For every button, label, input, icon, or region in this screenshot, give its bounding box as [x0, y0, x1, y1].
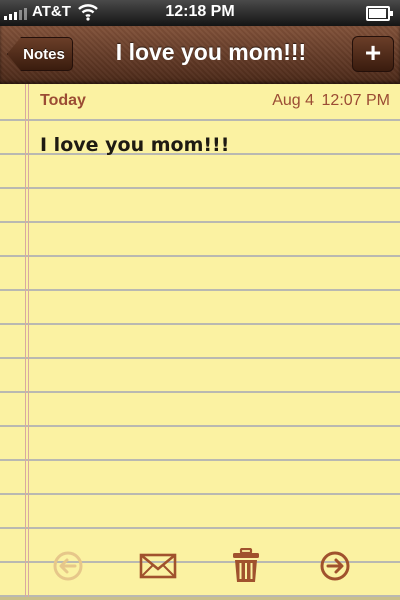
status-time: 12:18 PM [165, 3, 235, 20]
note-toolbar [0, 548, 400, 584]
margin-line [28, 84, 29, 600]
note-time: 12:07 PM [321, 92, 390, 109]
note-date-row: Today Aug 4 12:07 PM [40, 92, 390, 112]
navigation-bar: Notes I love you mom!!! + [0, 26, 400, 84]
note-paper[interactable]: Today Aug 4 12:07 PM I love you mom!!! [0, 84, 400, 600]
nav-title: I love you mom!!! [115, 39, 307, 65]
notes-back-button[interactable]: Notes [7, 37, 73, 71]
mail-icon[interactable] [139, 548, 177, 584]
next-arrow-icon[interactable] [317, 548, 353, 584]
status-bar: AT&T 12:18 PM [0, 0, 400, 26]
note-date: Aug 4 [272, 92, 314, 109]
margin-line [25, 84, 26, 600]
previous-arrow-icon[interactable] [50, 548, 86, 584]
add-note-button[interactable]: + [352, 36, 394, 72]
note-day-label: Today [40, 92, 86, 109]
battery-icon [366, 6, 393, 21]
trash-icon[interactable] [228, 548, 264, 584]
note-body[interactable]: I love you mom!!! [40, 134, 229, 156]
